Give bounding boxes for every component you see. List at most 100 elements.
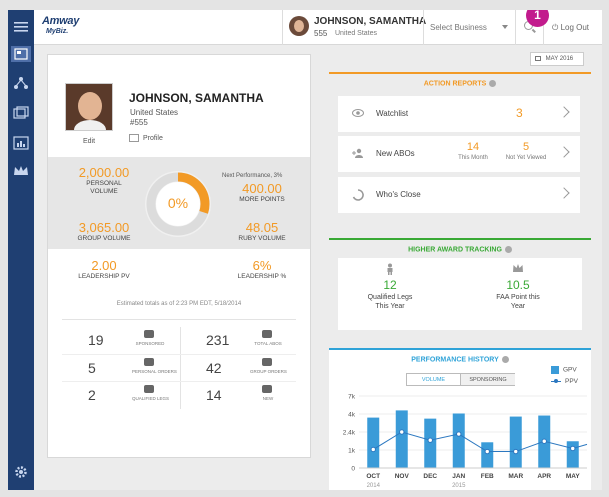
personal-volume-value: 2,000.00 bbox=[78, 165, 130, 180]
user-menu[interactable]: JOHNSON, SAMANTHA 555 United States bbox=[282, 10, 426, 45]
tags-icon bbox=[262, 358, 272, 366]
faa-points-value: 10.5 bbox=[506, 278, 530, 292]
chevron-right-icon bbox=[558, 106, 570, 118]
faa-points-label-2: Year bbox=[510, 303, 526, 310]
group-volume-stat: 3,065.00 GROUP VOLUME bbox=[64, 220, 144, 243]
gpv-bar bbox=[481, 442, 494, 468]
ppv-point bbox=[570, 445, 576, 452]
header-user-number: 555 bbox=[314, 29, 328, 38]
sponsored-count[interactable]: 19 SPONSORED bbox=[64, 328, 181, 354]
count-value: 231 bbox=[206, 332, 230, 348]
ruby-volume-value: 48.05 bbox=[245, 220, 279, 235]
network-icon bbox=[262, 330, 272, 338]
faa-points-label-1: FAA Point this bbox=[496, 294, 540, 301]
leadership-pct-label: LEADERSHIP % bbox=[237, 273, 287, 280]
gpv-bar bbox=[395, 410, 408, 468]
watchlist-count: 3 bbox=[516, 106, 523, 120]
ppv-point bbox=[456, 431, 462, 437]
month-selector-button[interactable]: MAY 2016 bbox=[530, 52, 584, 66]
left-sidebar bbox=[8, 10, 34, 490]
divider bbox=[62, 319, 296, 320]
group-volume-value: 3,065.00 bbox=[78, 220, 130, 235]
watchlist-row[interactable]: Watchlist 3 bbox=[338, 96, 580, 132]
info-icon[interactable] bbox=[504, 246, 512, 253]
profile-country: United States bbox=[130, 108, 179, 117]
whos-close-row[interactable]: Who's Close bbox=[338, 177, 580, 213]
tag-icon bbox=[144, 358, 154, 366]
gpv-bar bbox=[509, 416, 522, 468]
x-tick-label: MAY bbox=[566, 473, 581, 480]
gpv-bar bbox=[367, 417, 380, 468]
x-tick-label: APR bbox=[537, 473, 551, 480]
progress-circle-icon bbox=[352, 189, 364, 201]
network-icon[interactable] bbox=[13, 76, 29, 92]
info-icon[interactable] bbox=[501, 356, 509, 363]
logout-button[interactable]: ⏻ Log Out bbox=[543, 10, 602, 45]
qualified-legs-label-2: This Year bbox=[375, 303, 405, 310]
tab-volume[interactable]: VOLUME bbox=[407, 374, 461, 385]
profile-link-label: Profile bbox=[143, 134, 163, 142]
info-icon[interactable] bbox=[489, 80, 497, 87]
reports-icon[interactable] bbox=[13, 106, 29, 122]
gpv-bar bbox=[424, 418, 437, 468]
panel-title-text: PERFORMANCE HISTORY bbox=[411, 356, 499, 364]
legend-swatch bbox=[551, 366, 559, 374]
higher-award-content: 12 Qualified Legs This Year 10.5 FAA Poi… bbox=[338, 258, 582, 330]
qualified-legs-value: 12 bbox=[383, 278, 397, 292]
gpv-bar bbox=[566, 441, 579, 468]
header-user-name: JOHNSON, SAMANTHA bbox=[314, 16, 427, 27]
settings-gear-icon[interactable] bbox=[13, 464, 29, 480]
performance-chart: 7k 4k 2.4k 1k 0 OCT NOV DEC JAN FEB MAR APR MAY 2014 2… bbox=[343, 394, 588, 489]
watchlist-label: Watchlist bbox=[376, 109, 409, 118]
count-value: 19 bbox=[88, 332, 104, 348]
y-tick-label: 7k bbox=[348, 394, 356, 401]
avatar bbox=[289, 16, 309, 36]
count-label: SPONSORED bbox=[135, 341, 165, 346]
new-abos-row[interactable]: New ABOs 14 This Month 5 Not Yet Viewed bbox=[338, 136, 580, 172]
crown-icon bbox=[513, 264, 523, 272]
ruby-volume-label: RUBY VOLUME bbox=[238, 235, 286, 242]
tab-sponsoring[interactable]: SPONSORING bbox=[461, 374, 515, 385]
qualified-legs-label-1: Qualified Legs bbox=[367, 294, 413, 301]
count-value: 14 bbox=[206, 387, 222, 403]
personal-orders-count[interactable]: 5 PERSONAL ORDERS bbox=[64, 356, 181, 382]
legend-label: PPV bbox=[565, 378, 579, 385]
more-points-stat: 400.00 MORE POINTS bbox=[224, 181, 300, 204]
edit-photo-link[interactable]: Edit bbox=[83, 138, 95, 145]
panel-title-text: ACTION REPORTS bbox=[423, 80, 487, 88]
leadership-pv-value: 2.00 bbox=[91, 258, 117, 273]
y-tick-label: 2.4k bbox=[343, 430, 356, 437]
ppv-point bbox=[370, 446, 376, 453]
qualified-legs-count[interactable]: 2 QUALIFIED LEGS bbox=[64, 383, 181, 409]
new-abos-label: New ABOs bbox=[376, 149, 415, 158]
business-select[interactable]: Select Business bbox=[423, 10, 515, 45]
x-tick-label: MAR bbox=[508, 473, 523, 480]
group-orders-count[interactable]: 42 GROUP ORDERS bbox=[182, 356, 299, 382]
profile-name: JOHNSON, SAMANTHA bbox=[129, 91, 264, 105]
checkbox-icon bbox=[144, 385, 154, 393]
total-abos-count[interactable]: 231 TOTAL ABOs bbox=[182, 328, 299, 354]
y-tick-label: 1k bbox=[348, 448, 356, 455]
count-value: 2 bbox=[88, 387, 96, 403]
dashboard-icon[interactable] bbox=[11, 46, 31, 62]
power-icon: ⏻ bbox=[552, 23, 559, 32]
count-label: TOTAL ABOs bbox=[254, 341, 282, 346]
higher-award-panel: HIGHER AWARD TRACKING 12 Qualified Legs … bbox=[329, 238, 591, 338]
menu-icon[interactable] bbox=[13, 20, 29, 36]
not-viewed-label: Not Yet Viewed bbox=[505, 155, 547, 161]
profile-photo bbox=[65, 83, 113, 131]
performance-history-panel: PERFORMANCE HISTORY VOLUME SPONSORING GP… bbox=[329, 348, 591, 490]
new-count[interactable]: 14 NEW bbox=[182, 383, 299, 409]
ppv-point bbox=[427, 437, 433, 443]
ppv-point bbox=[484, 448, 490, 455]
profile-number: #555 bbox=[130, 118, 148, 127]
group-volume-label: GROUP VOLUME bbox=[77, 235, 131, 242]
crown-icon[interactable] bbox=[13, 164, 29, 180]
x-tick-label: JAN bbox=[452, 473, 465, 480]
gpv-bar bbox=[452, 413, 465, 468]
panel-title-text: HIGHER AWARD TRACKING bbox=[408, 246, 502, 254]
header-user-country: United States bbox=[335, 30, 378, 37]
chart-icon[interactable] bbox=[13, 136, 29, 152]
calendar-icon bbox=[535, 56, 541, 61]
profile-link[interactable]: Profile bbox=[129, 134, 163, 142]
